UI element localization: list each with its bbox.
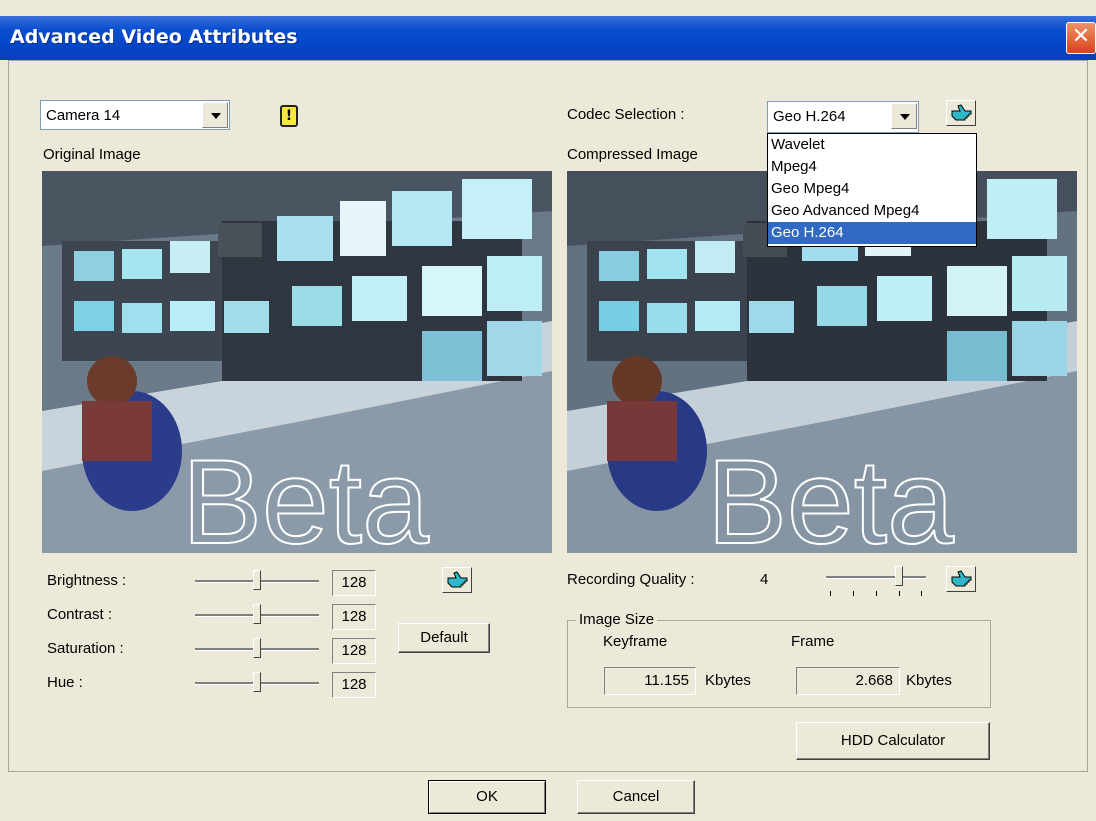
frame-size-value: 2.668 [796,667,900,695]
saturation-value[interactable]: 128 [332,638,376,664]
watermark-text: Beta [707,435,954,553]
slider-thumb[interactable] [253,570,261,590]
original-image-label: Original Image [43,146,141,163]
codec-select-value: Geo H.264 [773,108,846,125]
compressed-image-label: Compressed Image [567,146,698,163]
close-icon: ✕ [1071,24,1091,49]
recording-quality-label: Recording Quality : [567,571,695,588]
title-bar[interactable]: Advanced Video Attributes ✕ [0,16,1096,60]
pointing-hand-icon [447,571,468,588]
keyframe-size-value: 11.155 [604,667,696,695]
codec-select[interactable]: Geo H.264 [767,101,919,133]
codec-option[interactable]: Geo Advanced Mpeg4 [768,200,976,222]
recording-quality-value: 4 [760,571,769,588]
brightness-slider[interactable] [195,570,319,592]
contrast-slider[interactable] [195,604,319,626]
slider-thumb[interactable] [253,638,261,658]
pointing-hand-icon [951,104,972,121]
warning-glyph: ! [285,108,293,124]
hue-value[interactable]: 128 [332,672,376,698]
slider-track [826,576,926,579]
pointing-hand-icon [951,570,972,587]
camera-select-value: Camera 14 [46,107,121,124]
slider-thumb[interactable] [253,604,261,624]
contrast-label: Contrast : [47,606,113,623]
codec-option-selected[interactable]: Geo H.264 [768,222,976,244]
chevron-down-icon[interactable] [891,103,917,129]
chevron-down-icon[interactable] [202,102,228,128]
frame-unit: Kbytes [906,672,952,689]
codec-dropdown-list[interactable]: Wavelet Mpeg4 Geo Mpeg4 Geo Advanced Mpe… [767,133,977,247]
image-settings-apply-button[interactable] [442,567,472,593]
default-button[interactable]: Default [398,623,490,653]
keyframe-label: Keyframe [603,633,668,650]
brightness-value[interactable]: 128 [332,570,376,596]
recording-quality-ticks [830,591,922,597]
slider-thumb[interactable] [253,672,261,692]
slider-thumb[interactable] [895,566,903,586]
recording-quality-apply-button[interactable] [946,566,976,592]
codec-option[interactable]: Geo Mpeg4 [768,178,976,200]
recording-quality-slider[interactable] [826,566,926,588]
brightness-label: Brightness : [47,572,127,589]
codec-apply-button[interactable] [946,100,976,126]
ok-button[interactable]: OK [428,780,546,814]
watermark-text: Beta [182,435,429,553]
hdd-calculator-button[interactable]: HDD Calculator [796,722,990,760]
frame-label: Frame [791,633,835,650]
close-button[interactable]: ✕ [1066,22,1096,54]
original-image: Beta [42,171,552,553]
window-title: Advanced Video Attributes [10,26,298,48]
image-size-title: Image Size [576,611,658,628]
codec-option[interactable]: Mpeg4 [768,156,976,178]
keyframe-unit: Kbytes [705,672,751,689]
control-room-image: Beta [42,171,552,553]
hue-label: Hue : [47,674,83,691]
camera-select[interactable]: Camera 14 [40,100,230,130]
cancel-button[interactable]: Cancel [577,780,695,814]
saturation-label: Saturation : [47,640,124,657]
hue-slider[interactable] [195,672,319,694]
codec-option[interactable]: Wavelet [768,134,976,156]
warning-icon[interactable]: ! [280,105,298,127]
saturation-slider[interactable] [195,638,319,660]
dialog-window: Advanced Video Attributes ✕ Camera 14 ! … [0,0,1096,821]
contrast-value[interactable]: 128 [332,604,376,630]
codec-label: Codec Selection : [567,106,685,123]
